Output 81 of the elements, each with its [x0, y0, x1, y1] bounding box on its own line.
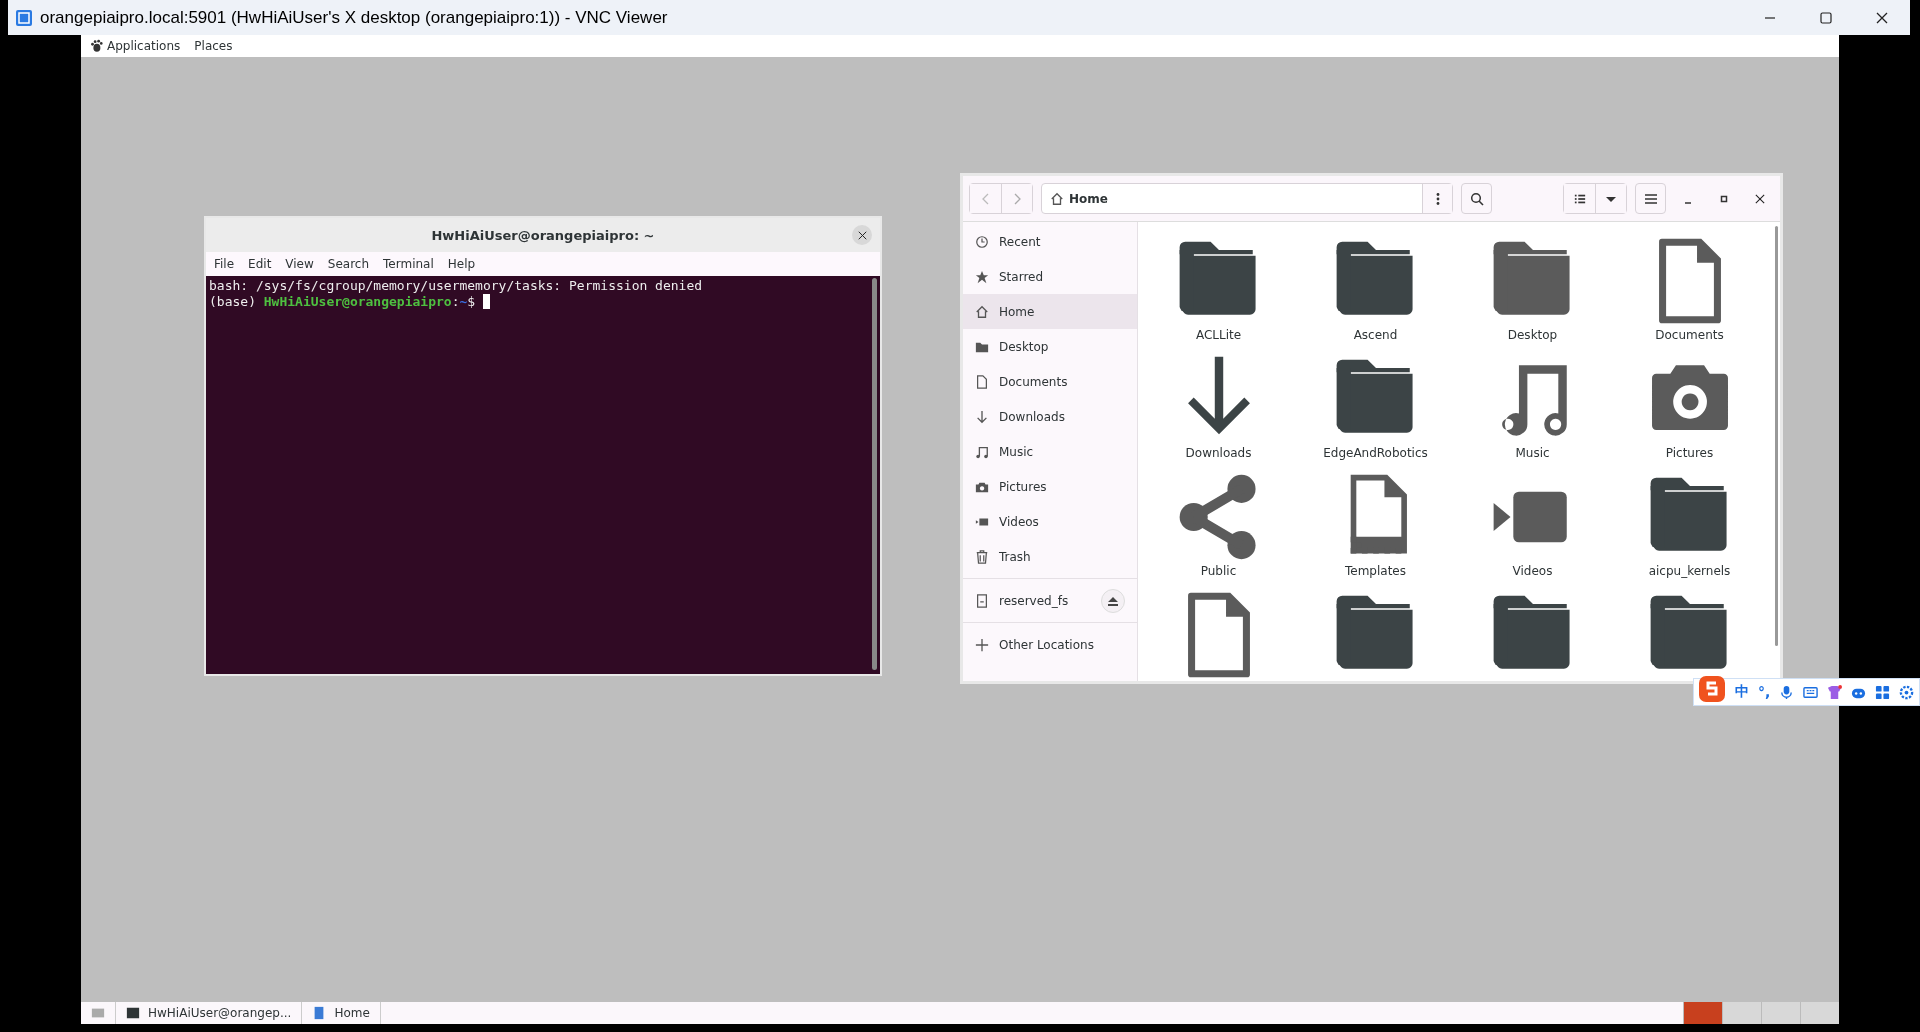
- more-button[interactable]: [1422, 184, 1452, 213]
- file-name[interactable]: Videos: [1512, 564, 1553, 578]
- sidebar-item[interactable]: reserved_fs: [963, 583, 1137, 618]
- sidebar-item[interactable]: Videos: [963, 504, 1137, 539]
- maximize-icon: [1719, 193, 1729, 204]
- menu-icon: [1643, 191, 1658, 206]
- shirt-icon[interactable]: [1827, 684, 1843, 700]
- file-name[interactable]: Pictures: [1665, 446, 1714, 460]
- terminal-output: bash: /sys/fs/cgroup/memory/usermemory/tasks: Permission denied: [209, 278, 704, 294]
- music-note-icon: [975, 444, 989, 459]
- clock-icon: [975, 234, 989, 249]
- eject-button[interactable]: [1101, 588, 1125, 613]
- sidebar-item[interactable]: Home: [963, 294, 1137, 329]
- menu-button[interactable]: [1635, 183, 1666, 214]
- plus-icon: [975, 637, 989, 652]
- terminal-title: HwHiAiUser@orangepiaipro: ~: [431, 227, 655, 243]
- file-name[interactable]: EdgeAndRobotics: [1323, 446, 1428, 460]
- minimize-icon: [1683, 201, 1693, 204]
- workspace-switcher[interactable]: [1722, 1002, 1761, 1024]
- panel-menu[interactable]: Places: [194, 39, 233, 53]
- sidebar-item[interactable]: Music: [963, 434, 1137, 469]
- menu-item[interactable]: View: [285, 257, 314, 271]
- eject-icon: [1107, 594, 1119, 607]
- list-icon: [1573, 192, 1586, 205]
- scrollbar[interactable]: [872, 278, 877, 670]
- file-name[interactable]: ACLLite: [1195, 328, 1242, 342]
- home-icon: [975, 304, 989, 319]
- menu-item[interactable]: Edit: [248, 257, 272, 271]
- sidebar-item[interactable]: Documents: [963, 364, 1137, 399]
- sidebar-item[interactable]: Pictures: [963, 469, 1137, 504]
- workspace-switcher[interactable]: [1683, 1002, 1722, 1024]
- workspace-switcher[interactable]: [1761, 1002, 1800, 1024]
- search-icon: [1469, 191, 1484, 206]
- panel-menu[interactable]: Applications: [107, 39, 181, 53]
- microphone-icon[interactable]: [1779, 684, 1795, 700]
- file-name[interactable]: Templates: [1345, 564, 1406, 578]
- taskbar-item[interactable]: Home: [302, 1002, 381, 1024]
- trash-icon: [975, 549, 989, 564]
- window-title: orangepiaipro.local:5901 (HwHiAiUser's X desktop (orangepiaipro:1)) - VNC Viewer: [40, 7, 669, 28]
- input-mode[interactable]: 中: [1735, 683, 1749, 701]
- grid-icon[interactable]: [1875, 684, 1891, 700]
- file-name[interactable]: Public: [1200, 564, 1237, 578]
- sidebar-item[interactable]: Trash: [963, 539, 1137, 574]
- dropdown-button[interactable]: [1595, 184, 1626, 213]
- maximize-icon: [1820, 11, 1832, 24]
- workspace-switcher[interactable]: [1800, 1002, 1839, 1024]
- settings-icon[interactable]: [1899, 684, 1915, 700]
- close-icon: [1755, 193, 1765, 204]
- keyboard-icon[interactable]: [1803, 684, 1819, 700]
- home-icon: [1050, 191, 1064, 206]
- file-name[interactable]: Downloads: [1185, 446, 1252, 460]
- close-icon: [1876, 11, 1888, 24]
- search-button[interactable]: [1461, 183, 1492, 214]
- file-name[interactable]: Music: [1515, 446, 1550, 460]
- file-name[interactable]: Documents: [1655, 328, 1724, 342]
- app-logo-icon: [16, 9, 32, 26]
- menu-item[interactable]: File: [214, 257, 235, 271]
- close-icon: [857, 230, 867, 240]
- ime-logo-icon[interactable]: [1698, 675, 1726, 703]
- taskbar-item[interactable]: HwHiAiUser@orangep...: [116, 1002, 303, 1024]
- show-desktop-icon[interactable]: [91, 1006, 105, 1020]
- menu-item[interactable]: Terminal: [383, 257, 434, 271]
- file-name[interactable]: aicpu_kernels: [1648, 564, 1731, 578]
- sidebar-item[interactable]: Desktop: [963, 329, 1137, 364]
- menu-item[interactable]: Search: [327, 257, 370, 271]
- terminal-icon: [126, 1006, 140, 1020]
- sidebar-item[interactable]: Downloads: [963, 399, 1137, 434]
- file-name[interactable]: Desktop: [1507, 328, 1558, 342]
- down-arrow-icon: [975, 409, 989, 424]
- document-icon: [975, 374, 989, 389]
- sidebar-item[interactable]: Recent: [963, 224, 1137, 259]
- star-icon: [975, 269, 989, 284]
- sidebar-item[interactable]: Other Locations: [963, 627, 1137, 662]
- file-name[interactable]: Ascend: [1353, 328, 1398, 342]
- foot-icon: [89, 39, 103, 53]
- drive-icon: [975, 593, 989, 608]
- punctuation-mode[interactable]: °,: [1758, 684, 1771, 700]
- sidebar-item[interactable]: Starred: [963, 259, 1137, 294]
- menu-item[interactable]: Help: [447, 257, 476, 271]
- scrollbar[interactable]: [1775, 226, 1778, 646]
- close-button[interactable]: [852, 225, 872, 245]
